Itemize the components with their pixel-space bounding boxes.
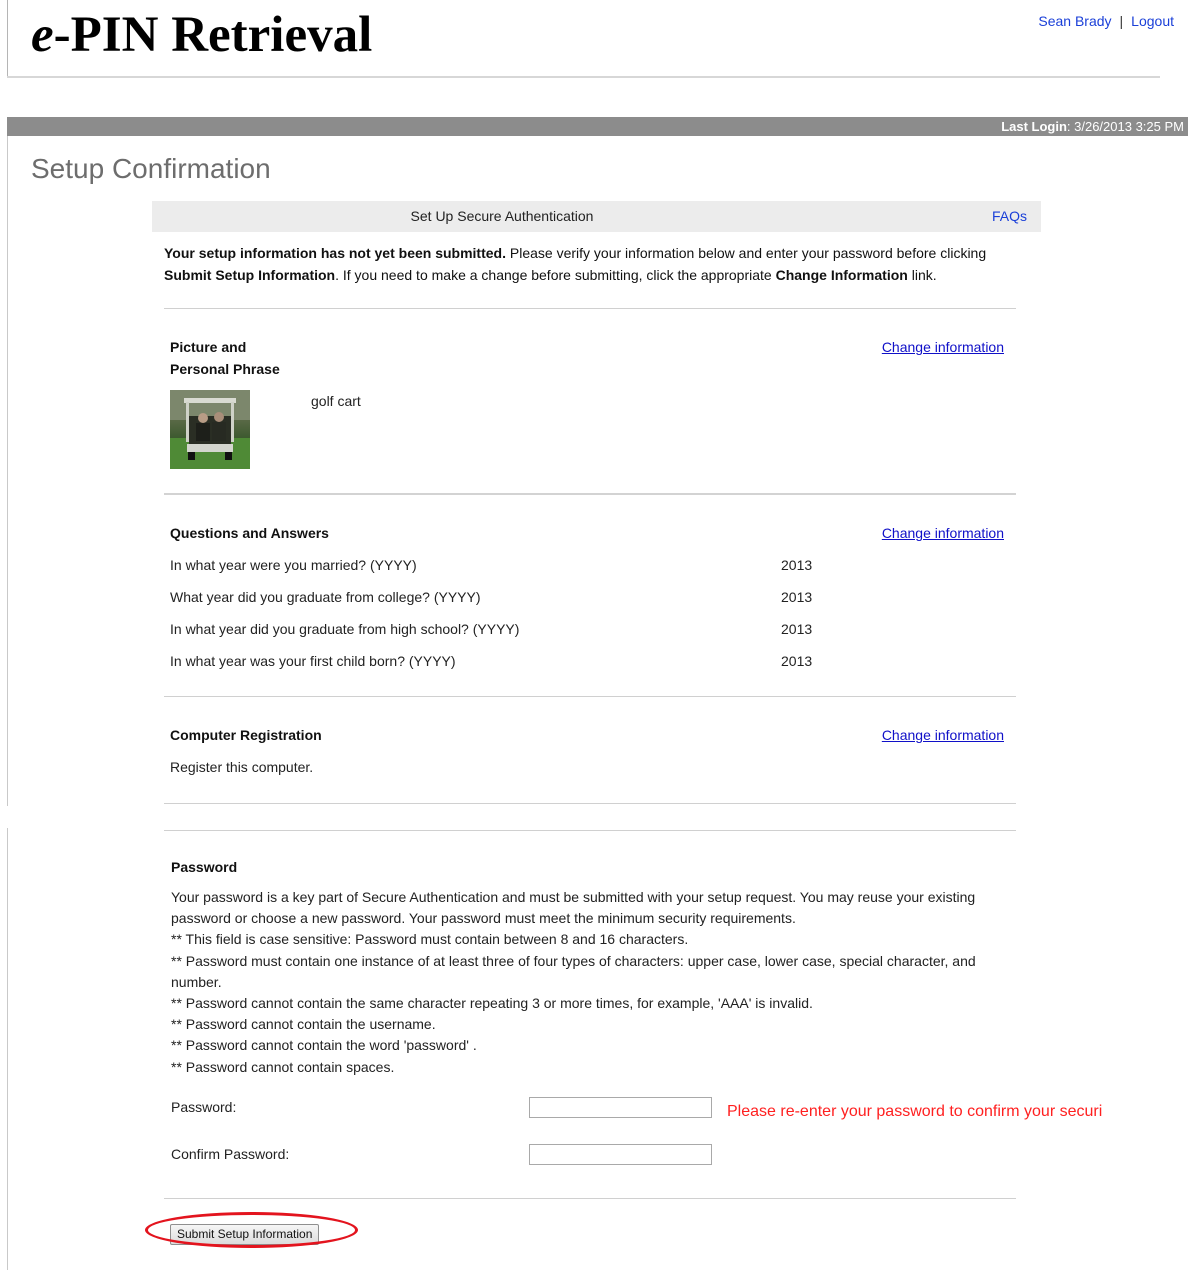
- question-text: In what year were you married? (YYYY): [170, 557, 417, 573]
- intro-text-2: . If you need to make a change before su…: [335, 267, 776, 283]
- computer-registration-text: Register this computer.: [170, 759, 314, 775]
- intro-warning: Your setup information has not yet been …: [164, 245, 506, 261]
- password-requirement: Your password is a key part of Secure Au…: [171, 889, 976, 927]
- frame-edge-left: [7, 136, 8, 806]
- intro-text-1: Please verify your information below and…: [506, 245, 987, 261]
- answer-text: 2013: [781, 653, 813, 669]
- user-name-link[interactable]: Sean Brady: [1038, 13, 1111, 29]
- divider: [164, 308, 1016, 309]
- change-computer-link[interactable]: Change information: [882, 727, 1004, 743]
- change-picture-link[interactable]: Change information: [882, 339, 1004, 355]
- intro-submit-ref: Submit Setup Information: [164, 267, 336, 283]
- frame-edge-top: [7, 0, 8, 78]
- picture-title-line2: Personal Phrase: [170, 361, 280, 377]
- answer-text: 2013: [781, 557, 813, 573]
- personal-phrase: golf cart: [311, 393, 361, 409]
- last-login-label: Last Login: [1001, 119, 1067, 134]
- faqs-link[interactable]: FAQs: [992, 201, 1027, 232]
- answer-text: 2013: [781, 589, 813, 605]
- divider: [164, 830, 1016, 831]
- password-requirement: ** Password cannot contain spaces.: [171, 1058, 395, 1075]
- password-input[interactable]: [529, 1097, 712, 1118]
- question-text: In what year did you graduate from high …: [170, 621, 520, 637]
- question-text: What year did you graduate from college?…: [170, 589, 481, 605]
- answer-text: 2013: [781, 621, 813, 637]
- submit-setup-button[interactable]: Submit Setup Information: [170, 1224, 320, 1245]
- intro-change-ref: Change Information: [775, 267, 908, 283]
- picture-title-line1: Picture and: [170, 339, 247, 355]
- confirm-password-input[interactable]: [529, 1144, 712, 1165]
- question-text: In what year was your first child born? …: [170, 653, 456, 669]
- last-login-value: : 3/26/2013 3:25 PM: [1066, 119, 1184, 134]
- reenter-password-hint: Please re-enter your password to confirm…: [727, 1103, 1103, 1120]
- logout-link[interactable]: Logout: [1131, 13, 1174, 29]
- app-title-prefix: e: [31, 7, 54, 63]
- security-picture: [170, 390, 250, 469]
- header-divider: [7, 76, 1160, 78]
- user-links: Sean Brady | Logout: [1038, 13, 1174, 29]
- divider: [164, 803, 1016, 804]
- password-requirement: ** This field is case sensitive: Passwor…: [171, 931, 689, 948]
- status-bar: Last Login: 3/26/2013 3:25 PM: [7, 117, 1188, 136]
- user-links-separator: |: [1119, 13, 1124, 29]
- computer-section-title: Computer Registration: [170, 727, 322, 743]
- frame-edge-left-lower: [7, 828, 8, 1270]
- password-requirements: Your password is a key part of Secure Au…: [171, 887, 1011, 1078]
- divider: [164, 1198, 1016, 1199]
- password-requirement: ** Password cannot contain the same char…: [171, 995, 813, 1012]
- picture-section-title: Picture and Personal Phrase: [170, 336, 280, 380]
- section-title: Set Up Secure Authentication: [410, 208, 594, 224]
- page-title: Setup Confirmation: [31, 153, 271, 184]
- divider: [164, 493, 1016, 495]
- password-requirement: ** Password cannot contain the username.: [171, 1016, 436, 1033]
- qa-section-title: Questions and Answers: [170, 525, 329, 541]
- password-label: Password:: [171, 1099, 237, 1115]
- intro-text-3: link.: [907, 267, 937, 283]
- password-requirement: ** Password cannot contain the word 'pas…: [171, 1037, 477, 1054]
- password-section-title: Password: [171, 859, 238, 875]
- password-requirement: ** Password must contain one instance of…: [171, 952, 976, 990]
- change-qa-link[interactable]: Change information: [882, 525, 1004, 541]
- app-title: e-PIN Retrieval: [31, 2, 372, 68]
- intro-message: Your setup information has not yet been …: [164, 242, 1014, 286]
- app-title-rest: -PIN Retrieval: [53, 7, 373, 63]
- section-header-bar: Set Up Secure Authentication FAQs: [152, 201, 1041, 232]
- confirm-password-label: Confirm Password:: [171, 1146, 290, 1162]
- divider: [164, 696, 1016, 697]
